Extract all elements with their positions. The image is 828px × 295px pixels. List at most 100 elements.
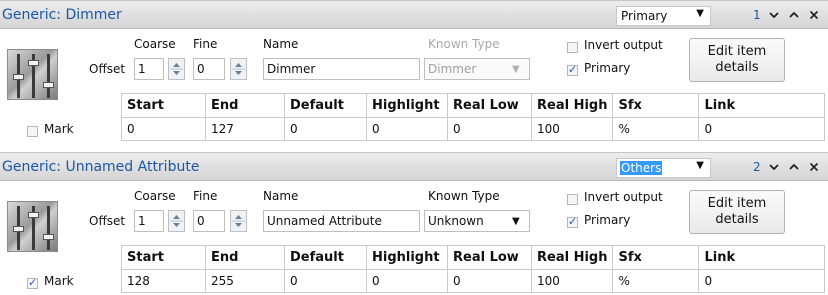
table-cell[interactable]: 0 xyxy=(284,269,367,293)
primary-label: Primary xyxy=(584,61,631,75)
column-header: Real High xyxy=(530,245,614,270)
offset-label: Offset xyxy=(89,62,126,76)
column-header: Real High xyxy=(530,93,614,118)
coarse-label: Coarse xyxy=(134,189,176,203)
table-cell[interactable]: 0 xyxy=(447,269,532,293)
spinner-arrows-icon xyxy=(232,215,245,227)
panel-header: Generic: Dimmer Primary ▼ 1 xyxy=(0,0,828,29)
fine-input[interactable]: 0 xyxy=(193,210,225,232)
table-row: 128 255 0 0 0 100 % 0 xyxy=(121,269,826,293)
known-type-label: Known Type xyxy=(428,189,500,203)
column-header: Default xyxy=(284,93,367,118)
spinner-arrows-icon xyxy=(232,63,245,75)
remove-button[interactable] xyxy=(806,7,822,23)
table-cell[interactable]: % xyxy=(612,117,700,141)
move-up-button[interactable] xyxy=(786,7,802,23)
coarse-input[interactable]: 1 xyxy=(134,58,164,80)
edit-button-line1: Edit item xyxy=(707,44,767,59)
spinner-arrows-icon xyxy=(170,215,183,227)
table-cell[interactable]: 0 xyxy=(366,117,448,141)
mark-checkbox[interactable] xyxy=(27,126,38,137)
known-type-value: Dimmer xyxy=(428,62,477,76)
primary-label: Primary xyxy=(584,213,631,227)
column-header: End xyxy=(205,93,285,118)
edit-item-details-button[interactable]: Edit item details xyxy=(689,38,785,82)
fine-stepper[interactable] xyxy=(230,58,247,80)
mark-label: Mark xyxy=(44,122,74,136)
range-table: Start End Default Highlight Real Low Rea… xyxy=(121,93,826,141)
invert-output-checkbox[interactable] xyxy=(567,42,578,53)
range-table: Start End Default Highlight Real Low Rea… xyxy=(121,245,826,293)
fine-stepper[interactable] xyxy=(230,210,247,232)
column-header: Highlight xyxy=(366,245,448,270)
table-cell[interactable]: 0 xyxy=(698,117,826,141)
table-cell[interactable]: 127 xyxy=(205,117,285,141)
edit-button-line2: details xyxy=(715,60,759,75)
chevron-up-icon xyxy=(789,11,799,18)
move-down-button[interactable] xyxy=(766,159,782,175)
offset-label: Offset xyxy=(89,214,126,228)
attribute-panel: Generic: Dimmer Primary ▼ 1 Coarse Fine … xyxy=(0,0,828,152)
attribute-group-value: Primary xyxy=(621,9,668,23)
table-cell[interactable]: % xyxy=(612,269,700,293)
column-header: Real Low xyxy=(447,93,532,118)
known-type-value: Unknown xyxy=(428,214,484,228)
dropdown-arrow-icon: ▼ xyxy=(696,160,704,171)
table-cell[interactable]: 0 xyxy=(447,117,532,141)
column-header: Default xyxy=(284,245,367,270)
column-header: Start xyxy=(121,245,206,270)
move-up-button[interactable] xyxy=(786,159,802,175)
coarse-input[interactable]: 1 xyxy=(134,210,164,232)
table-cell[interactable]: 0 xyxy=(121,117,206,141)
invert-output-checkbox[interactable] xyxy=(567,194,578,205)
dropdown-arrow-icon: ▼ xyxy=(696,8,704,19)
invert-output-label: Invert output xyxy=(584,190,663,204)
column-header: Highlight xyxy=(366,93,448,118)
remove-button[interactable] xyxy=(806,159,822,175)
coarse-stepper[interactable] xyxy=(168,58,185,80)
fine-label: Fine xyxy=(193,37,218,51)
spinner-arrows-icon xyxy=(170,63,183,75)
invert-output-label: Invert output xyxy=(584,38,663,52)
table-cell[interactable]: 100 xyxy=(530,117,614,141)
primary-checkbox[interactable] xyxy=(567,215,578,228)
mark-checkbox[interactable] xyxy=(27,276,38,289)
edit-item-details-button[interactable]: Edit item details xyxy=(689,190,785,234)
table-cell[interactable]: 0 xyxy=(698,269,826,293)
close-icon xyxy=(809,162,819,172)
attribute-group-select[interactable]: Primary ▼ xyxy=(616,6,711,26)
chevron-down-icon xyxy=(769,12,779,19)
table-cell[interactable]: 128 xyxy=(121,269,206,293)
chevron-up-icon xyxy=(789,163,799,170)
coarse-stepper[interactable] xyxy=(168,210,185,232)
name-input[interactable]: Dimmer xyxy=(263,58,420,80)
fine-label: Fine xyxy=(193,189,218,203)
panel-header: Generic: Unnamed Attribute Others ▼ 2 xyxy=(0,152,828,181)
edit-button-line1: Edit item xyxy=(707,196,767,211)
table-cell[interactable]: 255 xyxy=(205,269,285,293)
fader-thumbnail-icon xyxy=(7,49,58,100)
name-input[interactable]: Unnamed Attribute xyxy=(263,210,420,232)
chevron-down-icon xyxy=(769,164,779,171)
attribute-index: 1 xyxy=(753,8,761,22)
panel-title: Generic: Unnamed Attribute xyxy=(2,159,200,175)
table-header-row: Start End Default Highlight Real Low Rea… xyxy=(121,93,826,118)
dropdown-arrow-icon: ▼ xyxy=(512,64,520,75)
mark-label: Mark xyxy=(44,274,74,288)
table-cell[interactable]: 0 xyxy=(284,117,367,141)
fine-input[interactable]: 0 xyxy=(193,58,225,80)
table-cell[interactable]: 100 xyxy=(530,269,614,293)
primary-checkbox[interactable] xyxy=(567,63,578,76)
move-down-button[interactable] xyxy=(766,7,782,23)
column-header: Sfx xyxy=(612,93,700,118)
column-header: Link xyxy=(698,245,826,270)
table-cell[interactable]: 0 xyxy=(366,269,448,293)
name-label: Name xyxy=(263,189,299,203)
coarse-label: Coarse xyxy=(134,37,176,51)
table-row: 0 127 0 0 0 100 % 0 xyxy=(121,117,826,141)
column-header: Sfx xyxy=(612,245,700,270)
attribute-group-select[interactable]: Others ▼ xyxy=(616,158,711,178)
dropdown-arrow-icon: ▼ xyxy=(512,216,520,227)
panel-title: Generic: Dimmer xyxy=(2,7,122,23)
column-header: Real Low xyxy=(447,245,532,270)
